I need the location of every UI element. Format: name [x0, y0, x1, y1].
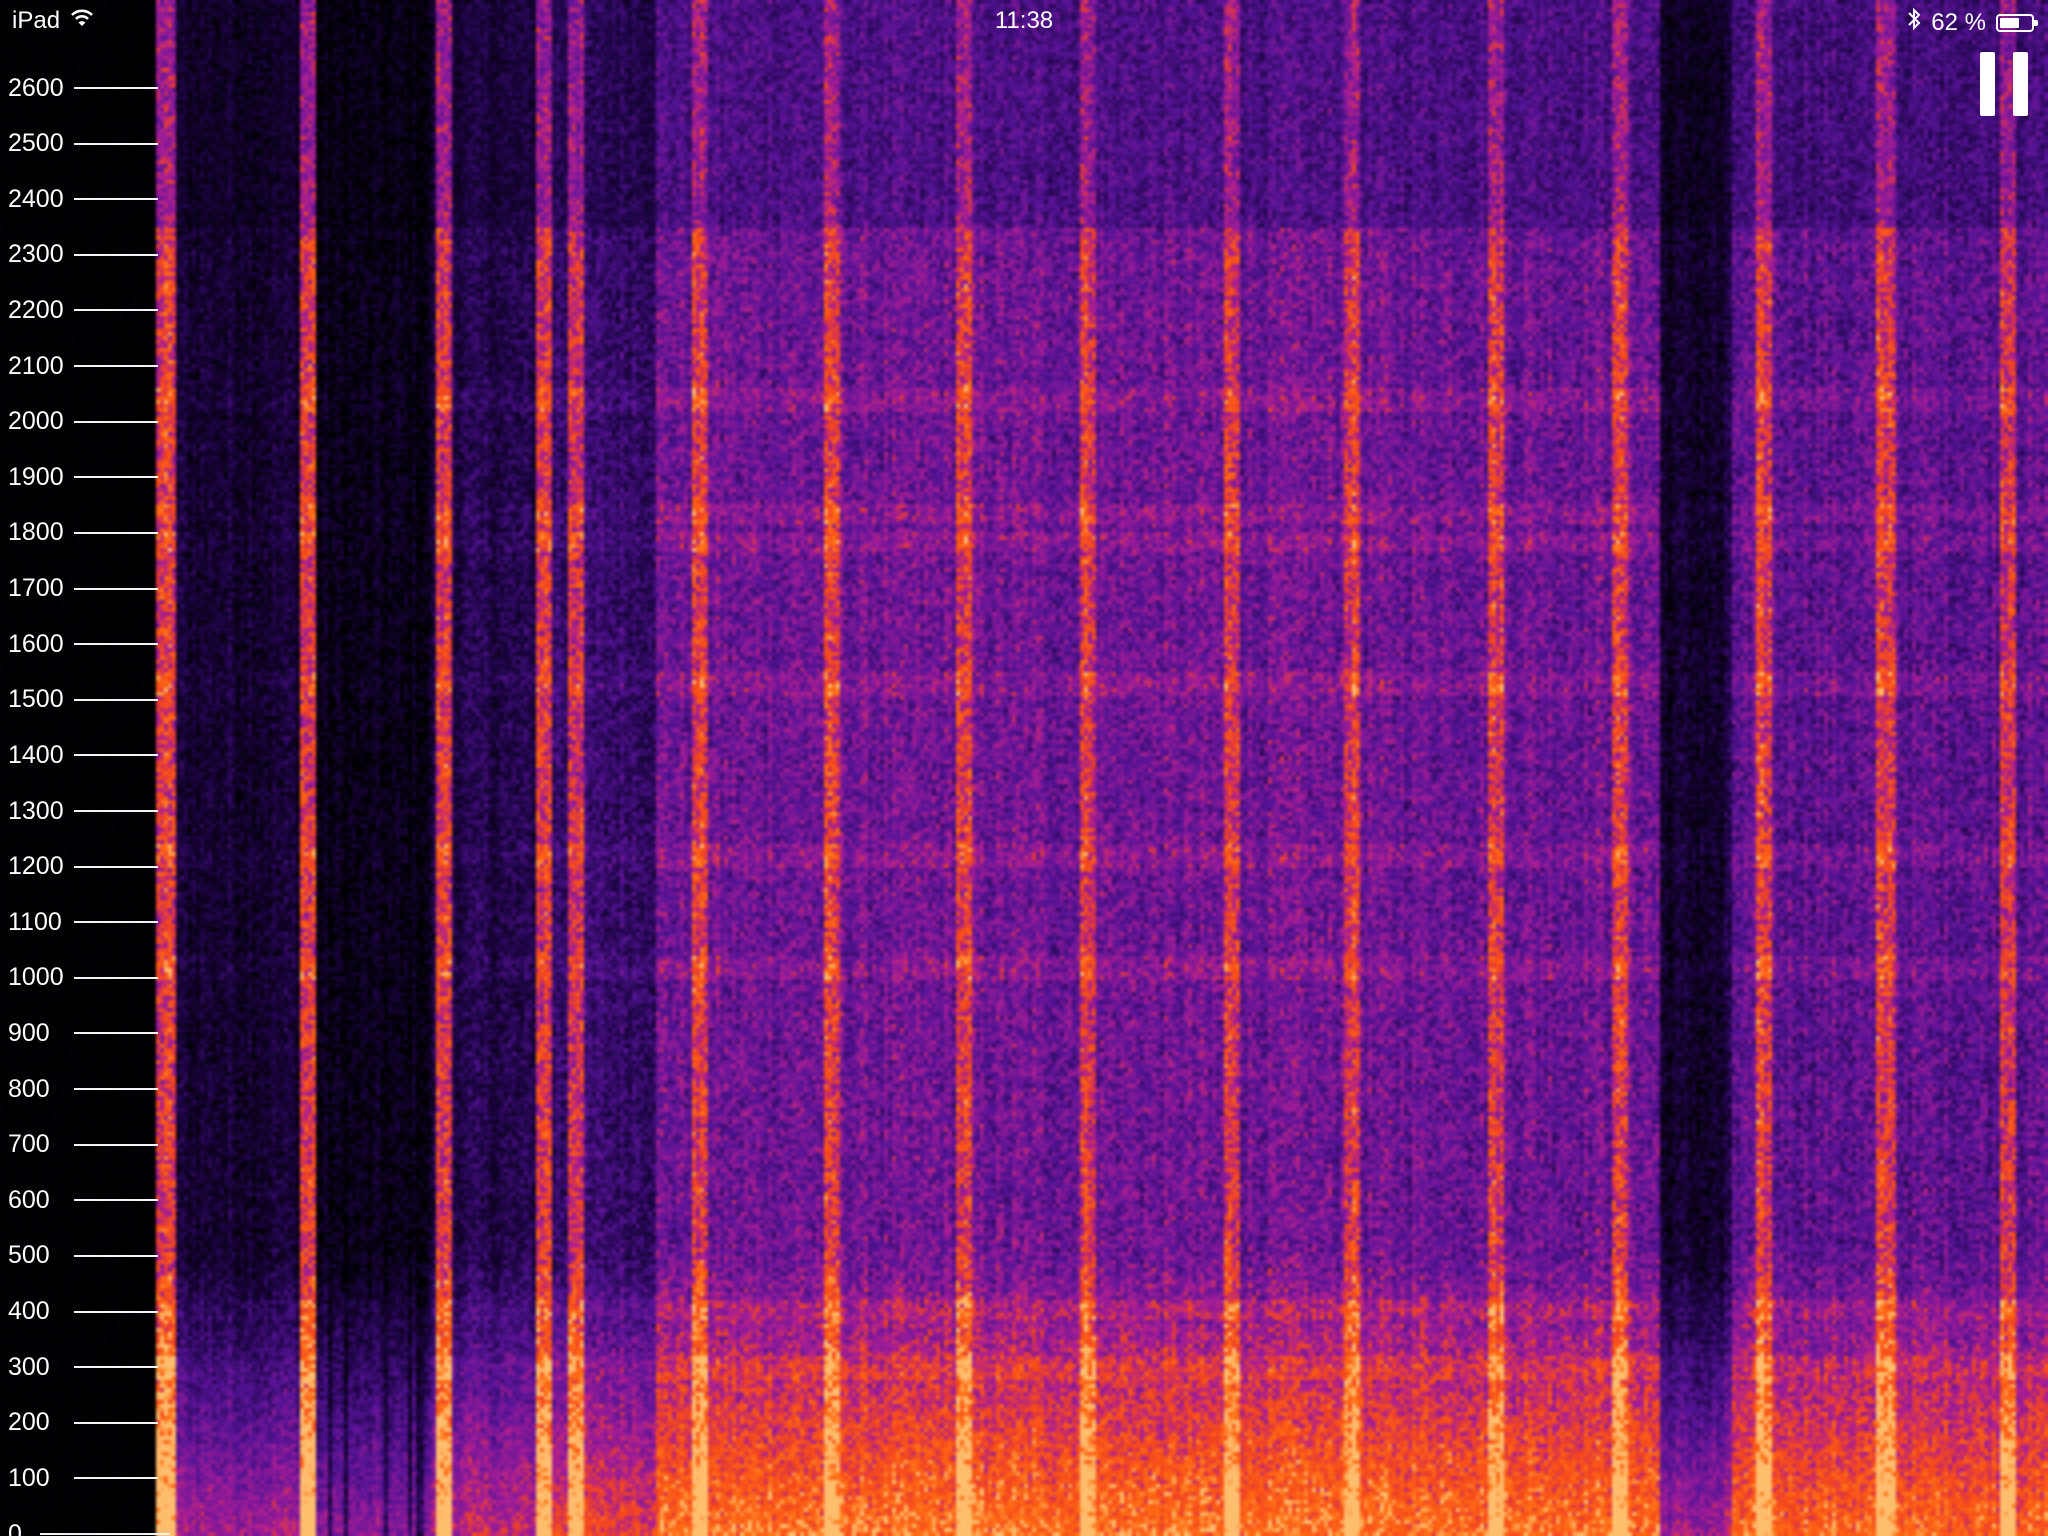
pause-icon-bar	[2013, 52, 2028, 116]
frequency-tick: 800	[0, 1074, 158, 1104]
spectrogram-canvas	[0, 0, 2048, 1536]
frequency-tick-label: 300	[8, 1352, 50, 1381]
frequency-tick-line	[74, 87, 158, 89]
frequency-tick-line	[74, 587, 158, 590]
frequency-tick: 1300	[0, 796, 158, 826]
frequency-tick-label: 400	[8, 1297, 50, 1326]
frequency-tick-line	[74, 1143, 158, 1146]
frequency-tick-line	[74, 754, 158, 757]
battery-percent: 62 %	[1931, 8, 1986, 36]
frequency-axis: 2600 2500 2400 2300 2200 2100 2000 1900 1800 1700…	[0, 0, 170, 1536]
frequency-tick-label: 1200	[8, 852, 64, 881]
frequency-tick: 2000	[0, 407, 158, 437]
frequency-tick-line	[74, 420, 158, 423]
frequency-tick: 2200	[0, 295, 158, 325]
frequency-tick: 2500	[0, 129, 158, 159]
frequency-tick-line	[74, 253, 158, 256]
frequency-tick-label: 500	[8, 1241, 50, 1270]
spectrogram-screen: iPad 11:38 62 % 2600 2500 2400 2300 2200…	[0, 0, 2048, 1536]
frequency-tick: 1800	[0, 518, 158, 548]
battery-tip	[2034, 19, 2038, 26]
frequency-tick-label: 2600	[8, 73, 64, 102]
frequency-tick-line	[74, 309, 158, 312]
frequency-tick-label: 900	[8, 1018, 50, 1047]
frequency-tick-label: 1000	[8, 963, 64, 992]
frequency-tick-line	[74, 698, 158, 701]
battery-level-fill	[2000, 17, 2019, 28]
frequency-tick-label: 1400	[8, 740, 64, 769]
frequency-tick-line	[74, 1032, 158, 1035]
pause-icon	[1980, 52, 1995, 116]
frequency-tick-line	[74, 1366, 158, 1369]
frequency-tick-line	[74, 921, 158, 924]
frequency-tick-line	[74, 643, 158, 646]
frequency-tick-label: 2000	[8, 407, 64, 436]
frequency-tick-line	[74, 198, 158, 201]
frequency-tick: 2600	[0, 73, 158, 103]
frequency-tick: 1600	[0, 629, 158, 659]
frequency-tick: 300	[0, 1352, 158, 1382]
frequency-tick-label: 0	[8, 1519, 22, 1536]
frequency-tick-line	[74, 365, 158, 368]
frequency-tick: 500	[0, 1241, 158, 1271]
frequency-tick-line	[74, 865, 158, 868]
frequency-tick: 2300	[0, 240, 158, 270]
frequency-tick-line	[74, 476, 158, 479]
frequency-tick: 1700	[0, 574, 158, 604]
frequency-tick-label: 1800	[8, 518, 64, 547]
frequency-tick-label: 1500	[8, 685, 64, 714]
frequency-tick-label: 1700	[8, 574, 64, 603]
frequency-tick: 1100	[0, 907, 158, 937]
frequency-tick: 600	[0, 1185, 158, 1215]
frequency-tick-line	[74, 1477, 158, 1480]
frequency-tick: 1200	[0, 852, 158, 882]
frequency-tick-line	[74, 1199, 158, 1202]
frequency-tick-label: 2400	[8, 184, 64, 213]
frequency-tick-label: 700	[8, 1130, 50, 1159]
frequency-tick-line	[74, 810, 158, 812]
frequency-tick-label: 2500	[8, 129, 64, 158]
frequency-tick: 2400	[0, 184, 158, 214]
frequency-tick: 400	[0, 1297, 158, 1327]
frequency-tick-label: 1900	[8, 462, 64, 491]
frequency-tick-label: 2100	[8, 351, 64, 380]
frequency-tick: 700	[0, 1130, 158, 1160]
frequency-tick-label: 1300	[8, 796, 64, 825]
frequency-tick-label: 2300	[8, 240, 64, 269]
frequency-tick-label: 2200	[8, 295, 64, 324]
frequency-tick: 200	[0, 1408, 158, 1438]
bluetooth-icon	[1907, 7, 1921, 38]
frequency-tick-line	[74, 976, 158, 979]
frequency-tick: 2100	[0, 351, 158, 381]
frequency-tick: 1500	[0, 685, 158, 715]
frequency-tick-label: 1600	[8, 629, 64, 658]
frequency-tick: 0	[0, 1519, 170, 1536]
frequency-tick: 900	[0, 1018, 158, 1048]
frequency-tick-line	[40, 1533, 170, 1535]
frequency-tick: 1400	[0, 740, 158, 770]
frequency-tick-line	[74, 1310, 158, 1313]
frequency-tick-line	[74, 142, 158, 145]
status-bar: iPad 11:38 62 %	[0, 0, 2048, 40]
frequency-tick: 100	[0, 1463, 158, 1493]
battery-icon	[1996, 13, 2038, 32]
clock-time: 11:38	[994, 7, 1054, 34]
frequency-tick-label: 600	[8, 1185, 50, 1214]
frequency-tick-line	[74, 1254, 158, 1257]
frequency-tick-line	[74, 531, 158, 534]
frequency-tick-line	[74, 1421, 158, 1424]
frequency-tick: 1900	[0, 462, 158, 492]
frequency-tick: 1000	[0, 963, 158, 993]
frequency-tick-label: 800	[8, 1074, 50, 1103]
frequency-tick-label: 200	[8, 1408, 50, 1437]
frequency-tick-label: 100	[8, 1463, 50, 1492]
frequency-tick-label: 1100	[8, 907, 62, 936]
pause-button[interactable]	[1980, 52, 2028, 116]
frequency-tick-line	[74, 1088, 158, 1091]
